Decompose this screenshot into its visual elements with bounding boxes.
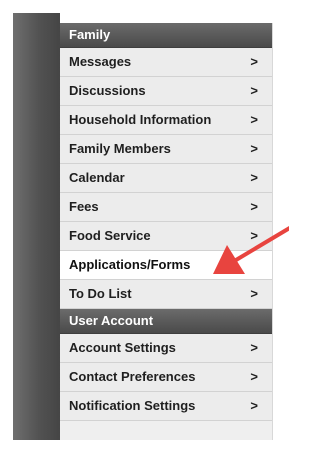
- left-dark-strip: [13, 13, 60, 440]
- menu-item-applications-forms[interactable]: Applications/Forms: [60, 251, 272, 280]
- menu-item-label: Food Service: [69, 228, 151, 243]
- chevron-right-icon: >: [250, 141, 258, 156]
- chevron-right-icon: >: [250, 286, 258, 301]
- menu-item-contact-preferences[interactable]: Contact Preferences >: [60, 363, 272, 392]
- menu-item-food-service[interactable]: Food Service >: [60, 222, 272, 251]
- menu-item-notification-settings[interactable]: Notification Settings >: [60, 392, 272, 421]
- menu-item-family-members[interactable]: Family Members >: [60, 135, 272, 164]
- menu-item-calendar[interactable]: Calendar >: [60, 164, 272, 193]
- menu-item-to-do-list[interactable]: To Do List >: [60, 280, 272, 309]
- menu-item-label: Account Settings: [69, 340, 176, 355]
- chevron-right-icon: >: [250, 54, 258, 69]
- family-navigation-panel: Family Messages > Discussions > Househol…: [60, 23, 273, 440]
- menu-item-label: Fees: [69, 199, 99, 214]
- menu-item-label: Discussions: [69, 83, 146, 98]
- chevron-right-icon: >: [250, 112, 258, 127]
- menu-item-messages[interactable]: Messages >: [60, 48, 272, 77]
- menu-item-label: To Do List: [69, 286, 132, 301]
- menu-item-label: Family Members: [69, 141, 171, 156]
- chevron-right-icon: >: [250, 340, 258, 355]
- section-header-user-account: User Account: [60, 309, 272, 334]
- menu-item-label: Applications/Forms: [69, 257, 191, 272]
- chevron-right-icon: >: [250, 398, 258, 413]
- section-header-family: Family: [60, 23, 272, 48]
- menu-item-label: Contact Preferences: [69, 369, 196, 384]
- menu-item-label: Notification Settings: [69, 398, 196, 413]
- chevron-right-icon: >: [250, 199, 258, 214]
- chevron-right-icon: >: [250, 369, 258, 384]
- menu-item-discussions[interactable]: Discussions >: [60, 77, 272, 106]
- chevron-right-icon: >: [250, 83, 258, 98]
- menu-item-account-settings[interactable]: Account Settings >: [60, 334, 272, 363]
- menu-item-fees[interactable]: Fees >: [60, 193, 272, 222]
- chevron-right-icon: >: [250, 228, 258, 243]
- chevron-right-icon: >: [250, 170, 258, 185]
- menu-item-label: Household Information: [69, 112, 212, 127]
- menu-item-household-information[interactable]: Household Information >: [60, 106, 272, 135]
- menu-item-label: Messages: [69, 54, 132, 69]
- menu-item-label: Calendar: [69, 170, 125, 185]
